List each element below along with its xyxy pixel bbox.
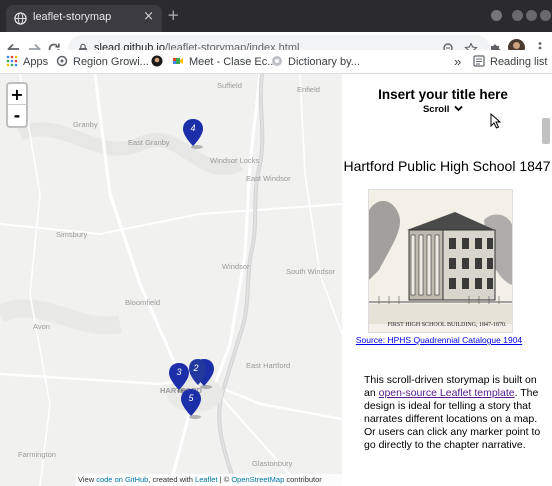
marker-label: 2 [193, 363, 199, 373]
place-label: East Windsor [246, 174, 291, 183]
bookmark-label: Apps [23, 56, 49, 68]
bookmark-label: Meet - Clase Ec... [189, 56, 277, 68]
template-link[interactable]: open-source Leaflet template [379, 387, 515, 399]
place-label: Bloomfield [125, 298, 161, 307]
globe-icon [14, 12, 27, 25]
story-title: Insert your title here [378, 87, 508, 102]
narrative-panel[interactable]: Insert your title here Scroll Hartford P… [342, 74, 552, 486]
reading-list-label: Reading list [490, 56, 548, 68]
bookmark-label: Dictionary by... [288, 56, 360, 68]
place-label: East Granby [128, 138, 170, 147]
bookmark-site[interactable] [151, 54, 168, 70]
tab-close-icon[interactable]: × [143, 9, 154, 25]
map[interactable]: Suffield Enfield Granby East Granby Wind… [0, 74, 342, 486]
tab-strip: leaflet-storymap × + [0, 0, 552, 32]
maximize-button[interactable] [526, 10, 537, 21]
bookmarks-bar: Apps Region Growi... Meet - Clase Ec... … [0, 50, 552, 74]
attribution-text: | © [217, 475, 232, 484]
mouse-cursor-icon [490, 113, 502, 129]
place-label: Simsbury [56, 230, 88, 239]
bookmark-label: Region Growi... [73, 56, 149, 68]
tab-search-icon[interactable] [491, 10, 502, 21]
map-basemap[interactable] [0, 74, 342, 486]
zoom-in-button[interactable]: + [8, 84, 26, 105]
bookmark-region-growing[interactable]: Region Growi... [56, 54, 149, 70]
close-window-button[interactable] [540, 10, 551, 21]
photo-caption: FIRST HIGH SCHOOL BUILDING, 1847-1870. [387, 322, 507, 328]
map-marker[interactable]: 4 [182, 118, 204, 149]
marker-label: 4 [190, 123, 196, 133]
place-label: Granby [73, 120, 98, 129]
zoom-control: + - [6, 82, 28, 128]
bookmark-dictionary[interactable]: Dictionary by... [271, 54, 360, 70]
zoom-out-button[interactable]: - [8, 105, 26, 126]
scroll-hint[interactable]: Scroll [342, 104, 544, 115]
bookmark-apps[interactable]: Apps [6, 54, 48, 70]
leaflet-link[interactable]: Leaflet [195, 475, 218, 484]
more-bookmarks-button[interactable]: » [454, 54, 461, 70]
place-label: South Windsor [286, 267, 336, 276]
place-label: East Hartford [246, 361, 291, 370]
scrollbar-thumb[interactable] [542, 118, 550, 144]
attribution-text: contributor [284, 475, 322, 484]
map-attribution: View code on GitHub, created with Leafle… [76, 474, 342, 486]
dark-favicon-icon [151, 55, 163, 67]
place-label: Farmington [18, 450, 56, 459]
story-header: Insert your title here Scroll [342, 74, 542, 124]
minimize-button[interactable] [512, 10, 523, 21]
browser-tab[interactable]: leaflet-storymap × [6, 5, 162, 32]
source-link[interactable]: Source: HPHS Quadrennial Catalogue 1904 [342, 335, 536, 345]
region-favicon-icon [56, 55, 68, 67]
meet-favicon-icon [173, 58, 183, 64]
place-label: Avon [33, 322, 50, 331]
school-building-engraving [369, 190, 512, 324]
bookmark-meet[interactable]: Meet - Clase Ec... [172, 54, 276, 70]
place-label: Windsor [222, 262, 250, 271]
reading-list-icon [473, 55, 485, 67]
attribution-text: , created with [148, 475, 196, 484]
attribution-text: View [78, 475, 97, 484]
chevron-down-icon [454, 105, 463, 112]
map-marker[interactable]: 2 [189, 358, 214, 389]
place-label: Enfield [297, 85, 320, 94]
scroll-hint-label: Scroll [422, 104, 450, 115]
map-marker[interactable]: 5 [180, 388, 202, 419]
marker-label: 5 [188, 393, 194, 403]
github-code-link[interactable]: code on GitHub [96, 475, 148, 484]
dictionary-favicon-icon [272, 56, 282, 66]
chapter-title: Hartford Public High School 1847 [343, 158, 551, 174]
tab-title: leaflet-storymap [33, 11, 112, 23]
place-label: Glastonbury [252, 459, 293, 468]
place-label: Suffield [217, 81, 242, 90]
apps-grid-icon [6, 55, 18, 67]
school-photo [368, 189, 513, 333]
place-label: Windsor Locks [210, 156, 260, 165]
chapter-paragraph: This scroll-driven storymap is built on … [364, 374, 542, 452]
new-tab-button[interactable]: + [167, 7, 180, 23]
openstreetmap-link[interactable]: OpenStreetMap [231, 475, 284, 484]
reading-list-button[interactable]: Reading list [473, 54, 547, 70]
